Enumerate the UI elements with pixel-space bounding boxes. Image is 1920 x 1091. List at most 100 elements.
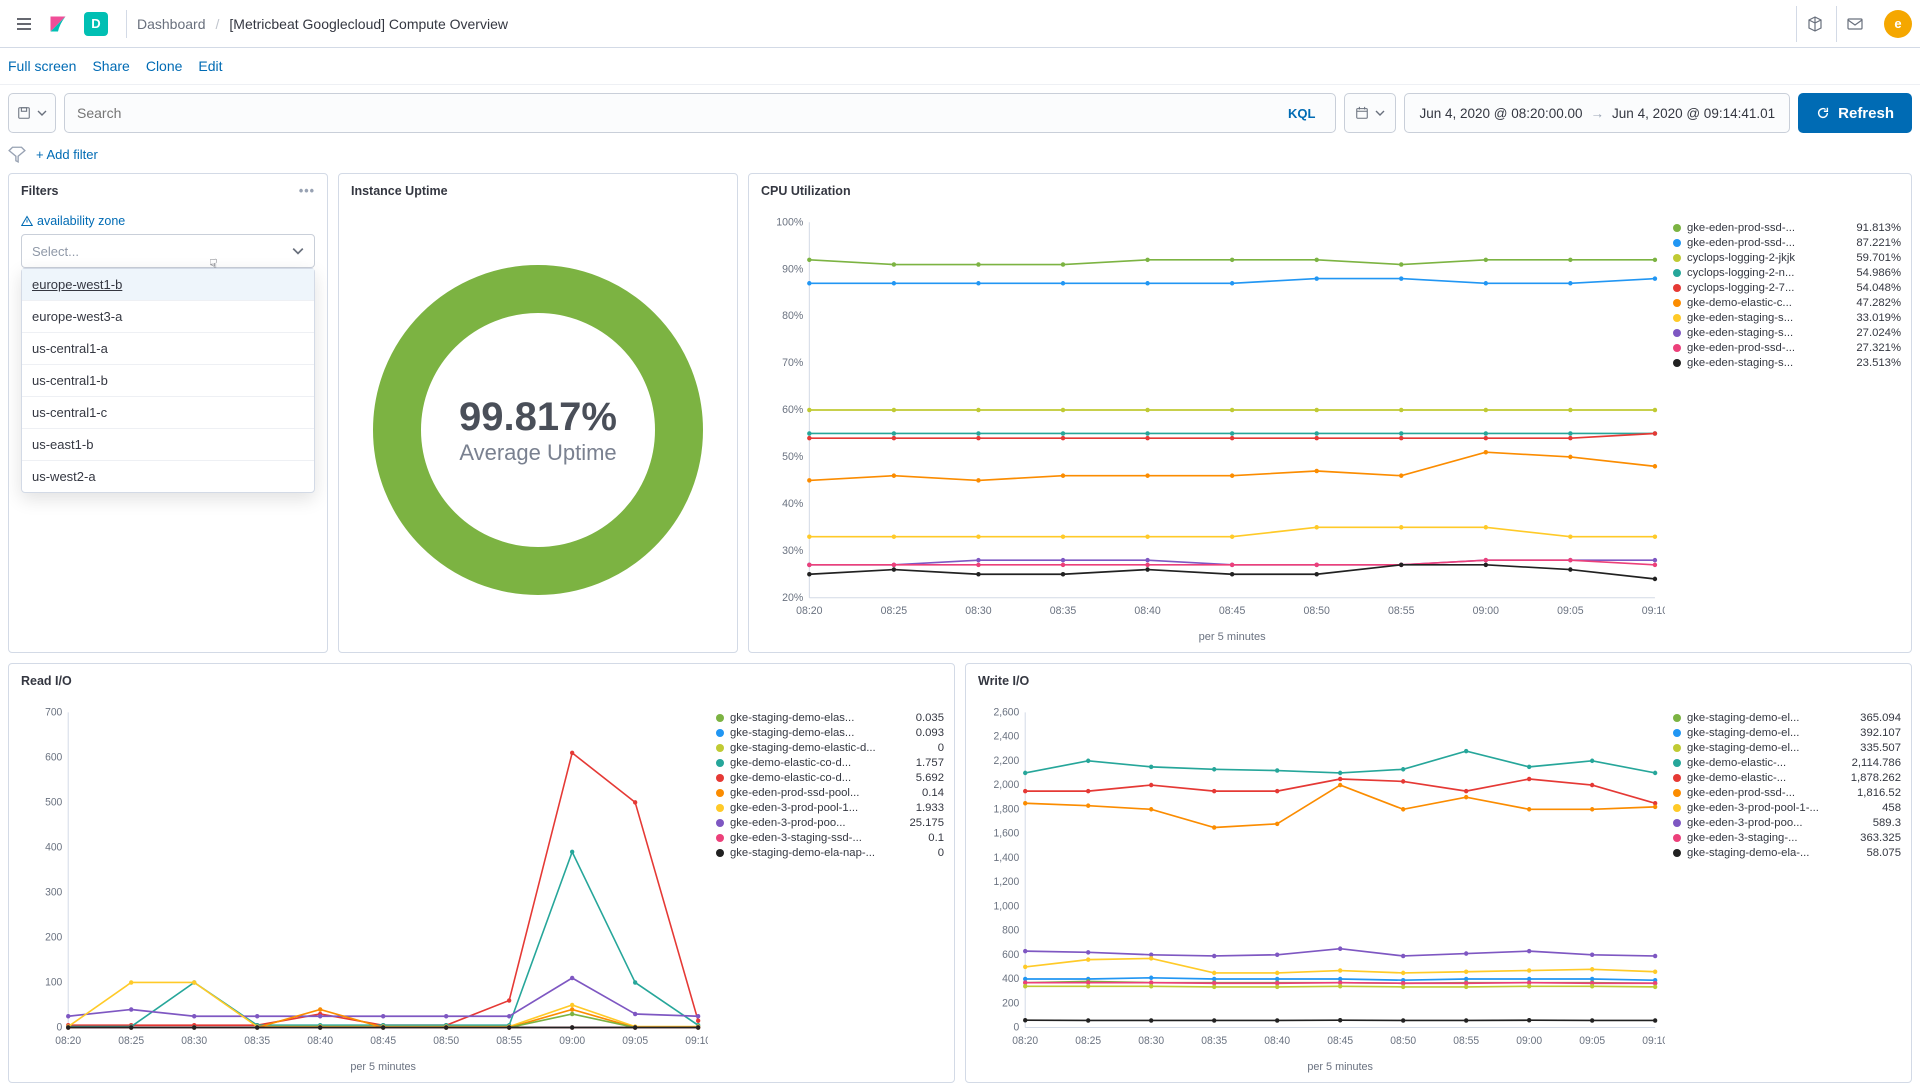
- refresh-button[interactable]: Refresh: [1798, 93, 1912, 133]
- legend-item[interactable]: gke-eden-3-staging-... 363.325: [1673, 832, 1901, 844]
- panel-menu-button[interactable]: •••: [299, 184, 315, 198]
- svg-text:80%: 80%: [782, 310, 804, 322]
- legend-value: 363.325: [1860, 832, 1901, 844]
- legend-item[interactable]: gke-eden-3-prod-poo...25.175: [716, 817, 944, 829]
- legend-item[interactable]: gke-staging-demo-elas...0.035: [716, 712, 944, 724]
- legend-item[interactable]: gke-eden-staging-s...33.019%: [1673, 312, 1901, 324]
- svg-text:09:05: 09:05: [1579, 1035, 1605, 1047]
- legend-name: gke-staging-demo-el...: [1687, 712, 1854, 724]
- share-link[interactable]: Share: [92, 58, 129, 74]
- svg-text:100%: 100%: [776, 216, 804, 228]
- dropdown-option[interactable]: europe-west3-a: [22, 301, 314, 333]
- search-input[interactable]: [77, 105, 1280, 121]
- user-avatar[interactable]: e: [1884, 10, 1912, 38]
- legend-item[interactable]: gke-staging-demo-elastic-d...0: [716, 742, 944, 754]
- legend-value: 365.094: [1860, 712, 1901, 724]
- legend-value: 54.986%: [1856, 267, 1901, 279]
- legend-value: 87.221%: [1856, 237, 1901, 249]
- legend-item[interactable]: gke-staging-demo-el...392.107: [1673, 727, 1901, 739]
- legend-item[interactable]: gke-eden-prod-ssd-...87.221%: [1673, 237, 1901, 249]
- legend-item[interactable]: gke-eden-3-prod-poo...589.3: [1673, 817, 1901, 829]
- cpu-legend: gke-eden-prod-ssd-...91.813% gke-eden-pro…: [1673, 212, 1901, 644]
- breadcrumb-root[interactable]: Dashboard: [137, 16, 206, 32]
- dropdown-option[interactable]: us-central1-c: [22, 397, 314, 429]
- app-badge[interactable]: D: [84, 12, 108, 36]
- legend-dot-icon: [1673, 299, 1681, 307]
- dropdown-option[interactable]: us-central1-b: [22, 365, 314, 397]
- legend-item[interactable]: gke-eden-prod-ssd-...91.813%: [1673, 222, 1901, 234]
- svg-text:09:05: 09:05: [1557, 605, 1583, 617]
- legend-value: 23.513%: [1856, 357, 1901, 369]
- legend-name: gke-eden-3-staging-ssd-...: [730, 832, 922, 844]
- legend-item[interactable]: cyclops-logging-2-7...54.048%: [1673, 282, 1901, 294]
- legend-value: 91.813%: [1856, 222, 1901, 234]
- mail-button[interactable]: [1836, 6, 1872, 42]
- write-io-legend: gke-staging-demo-el...365.094gke-staging…: [1673, 702, 1901, 1074]
- svg-text:20%: 20%: [782, 592, 804, 604]
- legend-item[interactable]: gke-eden-3-staging-ssd-...0.1: [716, 832, 944, 844]
- legend-value: 47.282%: [1856, 297, 1901, 309]
- legend-item[interactable]: gke-staging-demo-el...335.507: [1673, 742, 1901, 754]
- legend-item[interactable]: gke-staging-demo-ela-nap-...0: [716, 847, 944, 859]
- dropdown-option[interactable]: europe-west1-b: [22, 269, 314, 301]
- breadcrumb-current: [Metricbeat Googlecloud] Compute Overvie…: [229, 16, 508, 32]
- svg-text:08:40: 08:40: [1264, 1035, 1290, 1047]
- legend-value: 59.701%: [1856, 252, 1901, 264]
- legend-item[interactable]: gke-eden-staging-s...23.513%: [1673, 357, 1901, 369]
- svg-text:600: 600: [1002, 949, 1019, 961]
- clone-link[interactable]: Clone: [146, 58, 183, 74]
- legend-item[interactable]: gke-demo-elastic-co-d...5.692: [716, 772, 944, 784]
- legend-item[interactable]: gke-eden-prod-ssd-...27.321%: [1673, 342, 1901, 354]
- svg-text:09:00: 09:00: [1473, 605, 1499, 617]
- date-picker-button[interactable]: [1344, 93, 1396, 133]
- legend-item[interactable]: gke-staging-demo-el... 365.094: [1673, 712, 1901, 724]
- newsfeed-button[interactable]: [1796, 6, 1832, 42]
- date-range-display[interactable]: Jun 4, 2020 @ 08:20:00.00 → Jun 4, 2020 …: [1404, 93, 1790, 133]
- legend-item[interactable]: cyclops-logging-2-n...54.986%: [1673, 267, 1901, 279]
- svg-text:1,600: 1,600: [993, 827, 1019, 839]
- svg-text:per 5 minutes: per 5 minutes: [1199, 631, 1266, 643]
- kql-toggle[interactable]: KQL: [1280, 106, 1323, 121]
- legend-name: gke-eden-3-staging-...: [1687, 832, 1854, 844]
- uptime-subtitle: Average Uptime: [459, 440, 616, 466]
- legend-item[interactable]: gke-eden-3-prod-pool-1-...458: [1673, 802, 1901, 814]
- warning-icon: [21, 215, 33, 227]
- legend-item[interactable]: gke-eden-staging-s...27.024%: [1673, 327, 1901, 339]
- svg-text:200: 200: [45, 931, 62, 943]
- svg-text:300: 300: [45, 886, 62, 898]
- legend-item[interactable]: gke-demo-elastic-...1,878.262: [1673, 772, 1901, 784]
- svg-text:08:50: 08:50: [1390, 1035, 1416, 1047]
- legend-item[interactable]: gke-eden-3-prod-pool-1...1.933: [716, 802, 944, 814]
- legend-dot-icon: [1673, 269, 1681, 277]
- svg-text:30%: 30%: [782, 545, 804, 557]
- availability-zone-select[interactable]: Select...: [21, 234, 315, 268]
- legend-item[interactable]: gke-eden-prod-ssd-pool...0.14: [716, 787, 944, 799]
- fullscreen-link[interactable]: Full screen: [8, 58, 76, 74]
- svg-text:09:00: 09:00: [1516, 1035, 1542, 1047]
- legend-item[interactable]: gke-demo-elastic-co-d...1.757: [716, 757, 944, 769]
- legend-item[interactable]: gke-demo-elastic-c...47.282%: [1673, 297, 1901, 309]
- legend-name: gke-staging-demo-el...: [1687, 727, 1854, 739]
- svg-text:100: 100: [45, 976, 62, 988]
- svg-text:08:25: 08:25: [881, 605, 907, 617]
- svg-text:08:25: 08:25: [1075, 1035, 1101, 1047]
- add-filter-button[interactable]: + Add filter: [36, 147, 98, 162]
- edit-link[interactable]: Edit: [198, 58, 222, 74]
- legend-item[interactable]: cyclops-logging-2-jkjk59.701%: [1673, 252, 1901, 264]
- dropdown-option[interactable]: us-west2-a: [22, 461, 314, 492]
- legend-item[interactable]: gke-staging-demo-ela-...58.075: [1673, 847, 1901, 859]
- legend-dot-icon: [1673, 849, 1681, 857]
- filters-panel-title: Filters: [21, 184, 59, 198]
- legend-value: 0.035: [916, 712, 944, 724]
- legend-item[interactable]: gke-staging-demo-elas...0.093: [716, 727, 944, 739]
- dropdown-option[interactable]: us-east1-b: [22, 429, 314, 461]
- legend-item[interactable]: gke-demo-elastic-...2,114.786: [1673, 757, 1901, 769]
- legend-item[interactable]: gke-eden-prod-ssd-...1,816.52: [1673, 787, 1901, 799]
- svg-text:08:55: 08:55: [496, 1035, 522, 1047]
- dropdown-option[interactable]: us-central1-a: [22, 333, 314, 365]
- svg-text:08:50: 08:50: [1303, 605, 1329, 617]
- menu-toggle-button[interactable]: [8, 8, 40, 40]
- divider: [126, 10, 127, 38]
- svg-text:800: 800: [1002, 924, 1019, 936]
- saved-queries-button[interactable]: [8, 93, 56, 133]
